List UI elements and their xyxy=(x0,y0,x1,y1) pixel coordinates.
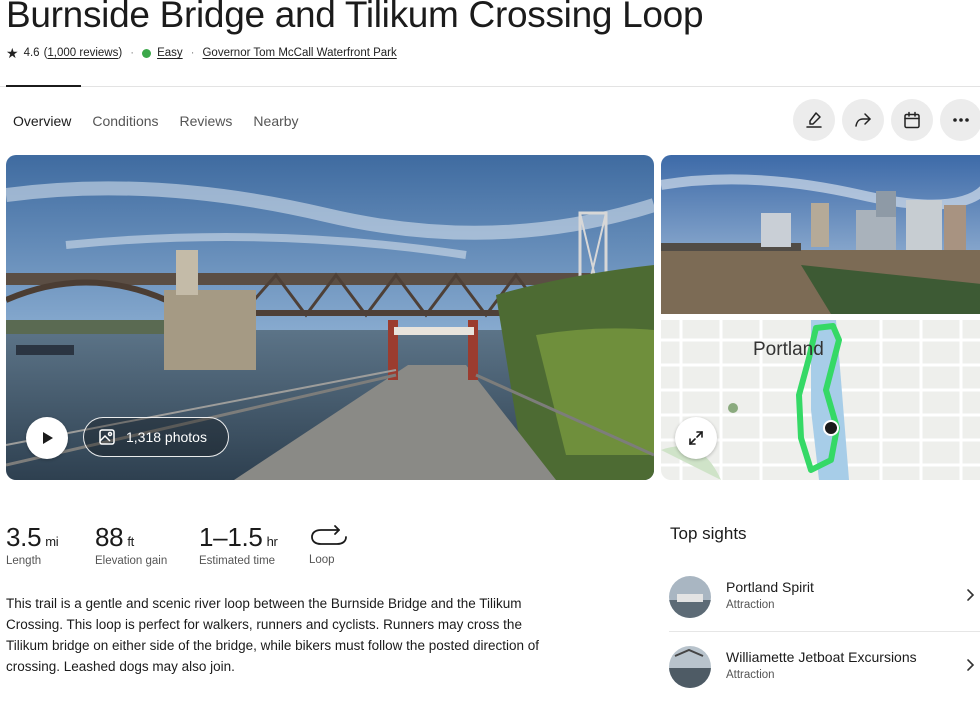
trail-title: Burnside Bridge and Tilikum Crossing Loo… xyxy=(6,0,704,35)
sight-thumbnail xyxy=(669,646,711,688)
more-options-button[interactable] xyxy=(940,99,980,141)
reviews-link[interactable]: 1,000 reviews xyxy=(47,47,118,59)
top-sights-title: Top sights xyxy=(670,524,747,543)
stat-elevation: 88 ft Elevation gain xyxy=(95,522,167,567)
action-buttons xyxy=(793,99,980,141)
tab-reviews[interactable]: Reviews xyxy=(180,113,233,129)
calendar-button[interactable] xyxy=(891,99,933,141)
sight-type: Attraction xyxy=(726,669,775,681)
sight-name: Portland Spirit xyxy=(726,579,814,595)
time-label: Estimated time xyxy=(199,555,276,567)
sight-type: Attraction xyxy=(726,599,775,611)
more-icon xyxy=(953,118,969,122)
tab-bar: Overview Conditions Reviews Nearby xyxy=(13,113,320,129)
photos-button[interactable]: 1,318 photos xyxy=(83,417,229,457)
expand-map-button[interactable] xyxy=(675,417,717,459)
loop-icon xyxy=(311,525,347,545)
time-value: 1–1.5 xyxy=(199,522,263,552)
expand-icon xyxy=(689,431,703,445)
play-icon xyxy=(43,432,53,444)
trail-description: This trail is a gentle and scenic river … xyxy=(6,596,540,674)
map-city-label: Portland xyxy=(753,339,824,360)
signature-icon xyxy=(806,112,822,128)
elevation-value: 88 xyxy=(95,522,124,552)
park-link[interactable]: Governor Tom McCall Waterfront Park xyxy=(202,47,396,59)
chevron-right-icon xyxy=(967,659,975,671)
star-icon: ★ xyxy=(6,45,19,61)
share-button[interactable] xyxy=(842,99,884,141)
length-value: 3.5 xyxy=(6,522,42,552)
sight-name: Williamette Jetboat Excursions xyxy=(726,649,917,665)
time-unit: hr xyxy=(266,534,278,549)
tab-conditions[interactable]: Conditions xyxy=(92,113,158,129)
sight-divider xyxy=(669,631,980,632)
secondary-trail-photo[interactable] xyxy=(661,155,980,314)
length-unit: mi xyxy=(45,534,59,549)
sight-thumbnail xyxy=(669,576,711,618)
calendar-icon xyxy=(904,111,920,129)
chevron-right-icon xyxy=(967,589,975,601)
active-tab-indicator xyxy=(6,85,81,87)
elevation-unit: ft xyxy=(127,534,134,549)
length-label: Length xyxy=(6,555,42,567)
tabs-divider xyxy=(0,86,980,87)
trail-meta: ★ 4.6 (1,000 reviews) · Easy · Governor … xyxy=(6,45,397,61)
share-icon xyxy=(855,113,871,127)
log-activity-button[interactable] xyxy=(793,99,835,141)
trail-map[interactable]: Portland xyxy=(661,320,980,480)
stat-route-type: Loop xyxy=(309,522,349,566)
tab-overview[interactable]: Overview xyxy=(13,113,71,129)
image-icon xyxy=(99,429,115,445)
difficulty-dot-icon xyxy=(142,48,152,58)
tab-nearby[interactable]: Nearby xyxy=(253,113,298,129)
stat-time: 1–1.5 hr Estimated time xyxy=(199,522,278,567)
play-video-button[interactable] xyxy=(26,417,68,459)
stat-length: 3.5 mi Length xyxy=(6,522,59,567)
sight-item[interactable]: Williamette Jetboat Excursions Attractio… xyxy=(669,646,980,702)
sight-item[interactable]: Portland Spirit Attraction xyxy=(669,576,980,632)
elevation-label: Elevation gain xyxy=(95,555,168,567)
rating-value: 4.6 xyxy=(23,47,40,59)
photos-count-label: 1,318 photos xyxy=(126,429,207,445)
route-type-label: Loop xyxy=(309,554,335,566)
difficulty-link[interactable]: Easy xyxy=(157,47,183,59)
